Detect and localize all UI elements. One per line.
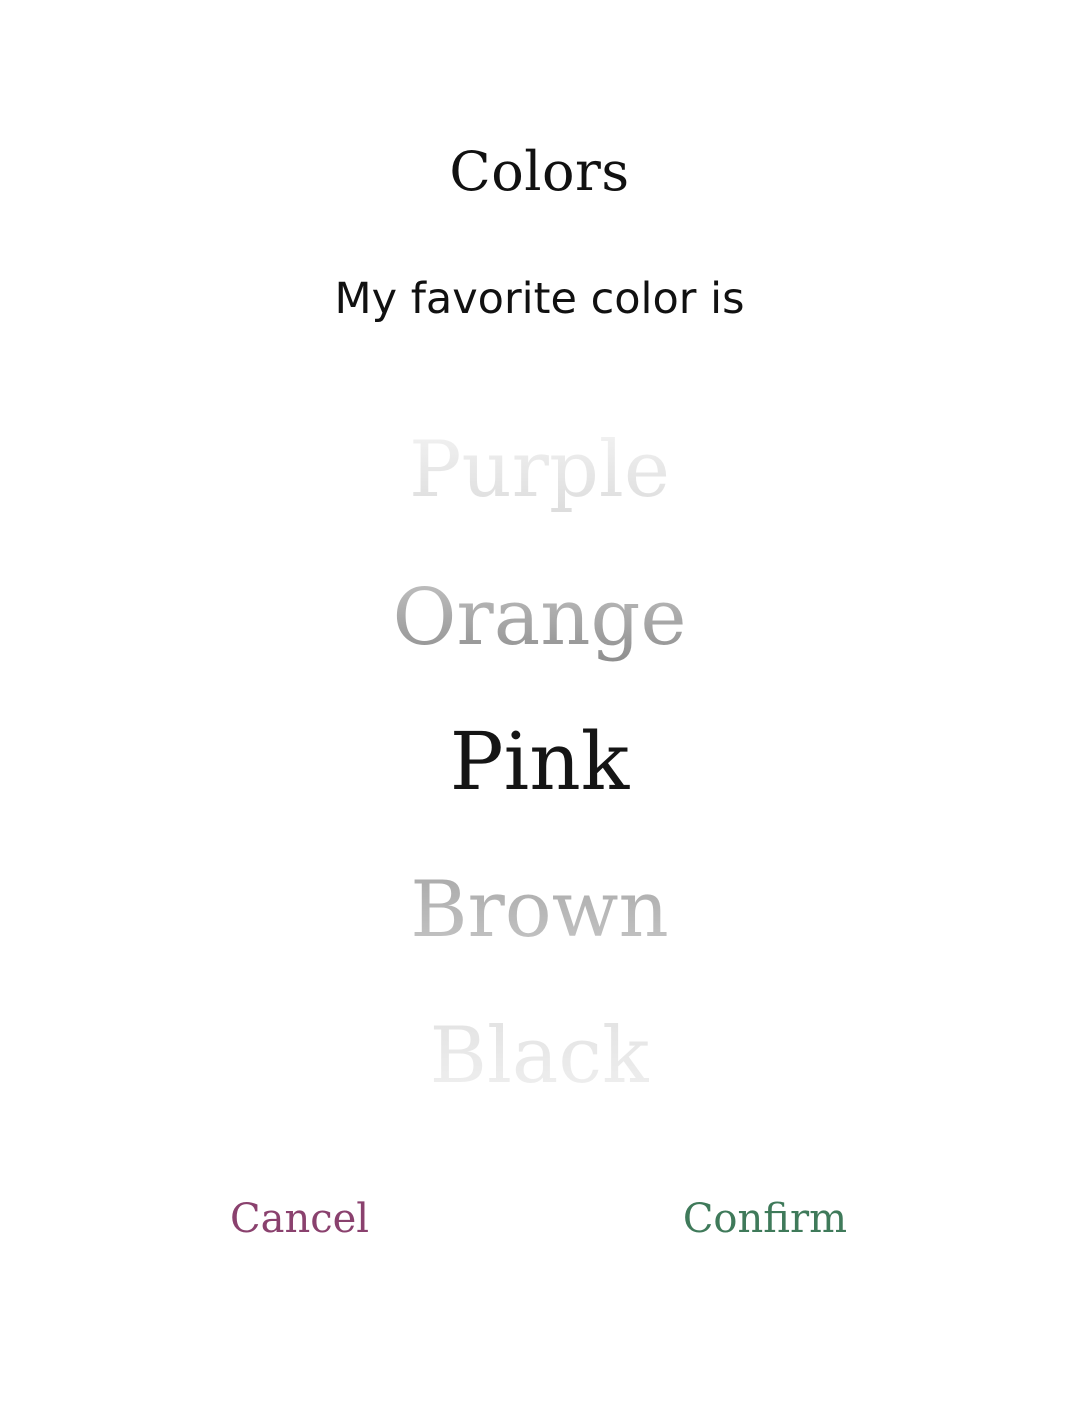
cancel-button[interactable]: Cancel (230, 1196, 369, 1242)
confirm-button[interactable]: Confirm (683, 1196, 847, 1242)
picker-item-brown[interactable]: Brown (0, 850, 1079, 970)
color-picker-dialog: Colors My favorite color is Purple Orang… (0, 0, 1079, 1425)
picker-item-black[interactable]: Black (0, 996, 1079, 1116)
picker-item-label: Brown (410, 865, 669, 955)
picker-item-label: Orange (392, 573, 687, 663)
picker-item-label: Black (429, 1011, 650, 1101)
picker-item-label: Pink (449, 715, 630, 808)
dialog-prompt: My favorite color is (334, 274, 745, 324)
dialog-title: Colors (449, 140, 630, 203)
picker-item-purple[interactable]: Purple (0, 410, 1079, 530)
color-wheel-picker[interactable]: Purple Orange Pink Brown Black (0, 380, 1079, 1110)
picker-item-label: Purple (408, 425, 671, 515)
picker-item-orange[interactable]: Orange (0, 558, 1079, 678)
picker-item-pink-selected[interactable]: Pink (0, 702, 1079, 822)
